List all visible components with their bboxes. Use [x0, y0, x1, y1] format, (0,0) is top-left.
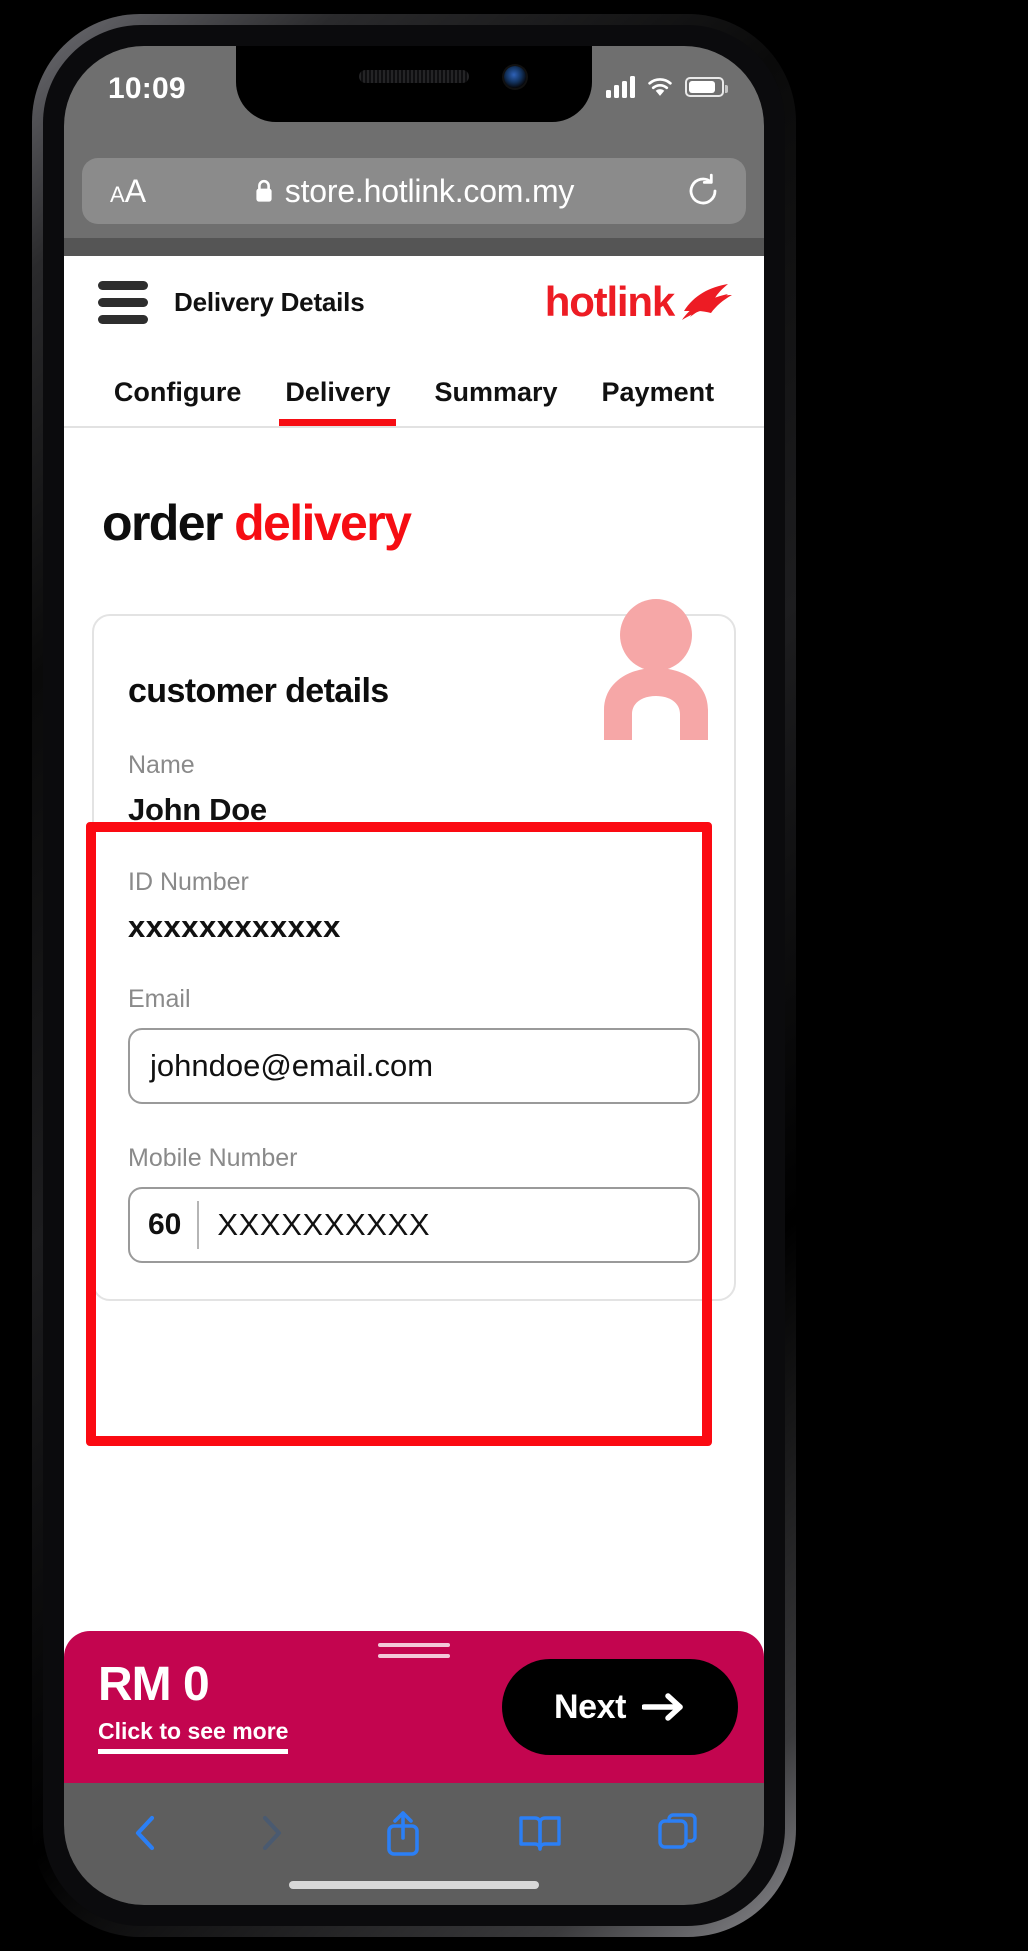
- field-mobile-number: Mobile Number 60 XXXXXXXXXX: [128, 1144, 700, 1263]
- safari-url-bar-container: AA store.hotlink.com.my: [64, 154, 764, 238]
- safari-url-bar[interactable]: AA store.hotlink.com.my: [82, 158, 746, 224]
- country-code-prefix: 60: [148, 1208, 182, 1241]
- cellular-signal-icon: [606, 76, 635, 98]
- battery-icon: [685, 77, 728, 97]
- field-id-number: ID Number xxxxxxxxxxxx: [128, 868, 700, 945]
- customer-details-card: customer details Name John Doe ID Number…: [92, 599, 736, 1301]
- arrow-right-icon: [642, 1693, 683, 1721]
- book-icon[interactable]: [517, 1810, 563, 1856]
- person-avatar-icon: [604, 599, 708, 740]
- safari-bottom-toolbar: [64, 1783, 764, 1905]
- price-block: RM 0 Click to see more: [98, 1657, 289, 1755]
- phone-device-frame: 10:09 AA store.hotlink.com.my Delivery D…: [32, 14, 796, 1937]
- hamburger-menu-icon[interactable]: [98, 280, 148, 324]
- customer-card-area: customer details Name John Doe ID Number…: [92, 599, 736, 1301]
- total-price-amount: RM 0: [98, 1657, 210, 1711]
- field-name-value: John Doe: [128, 792, 267, 827]
- tab-payment-label: Payment: [601, 377, 715, 407]
- mobile-number-value: XXXXXXXXXX: [217, 1207, 431, 1242]
- hotlink-swoosh-icon: [682, 284, 732, 320]
- earpiece-speaker: [359, 70, 469, 83]
- chevron-left-icon[interactable]: [128, 1810, 162, 1856]
- email-input-value: johndoe@email.com: [150, 1048, 434, 1083]
- tab-configure[interactable]: Configure: [92, 377, 264, 426]
- page-title: Delivery Details: [174, 286, 365, 317]
- wifi-icon: [648, 78, 672, 96]
- next-button[interactable]: Next: [502, 1659, 738, 1755]
- sticky-price-bar[interactable]: RM 0 Click to see more Next: [64, 1631, 764, 1783]
- heading-part-order: order: [102, 495, 223, 551]
- section-heading: order delivery: [64, 428, 764, 552]
- tab-payment[interactable]: Payment: [580, 377, 737, 426]
- tabs-icon[interactable]: [656, 1810, 700, 1856]
- browser-chrome-gap: [64, 238, 764, 256]
- mobile-number-input[interactable]: 60 XXXXXXXXXX: [128, 1187, 700, 1263]
- drag-handle-icon[interactable]: [378, 1643, 450, 1665]
- url-display[interactable]: store.hotlink.com.my: [82, 173, 746, 210]
- field-email: Email johndoe@email.com: [128, 985, 700, 1104]
- see-more-link[interactable]: Click to see more: [98, 1718, 289, 1755]
- status-bar-indicators: [606, 76, 728, 98]
- field-mobile-number-label: Mobile Number: [128, 1144, 298, 1172]
- tab-delivery[interactable]: Delivery: [263, 377, 412, 426]
- phone-bezel: 10:09 AA store.hotlink.com.my Delivery D…: [43, 25, 785, 1926]
- site-header: Delivery Details hotlink: [64, 256, 764, 348]
- next-button-label: Next: [553, 1687, 627, 1726]
- tab-summary[interactable]: Summary: [412, 377, 579, 426]
- email-input[interactable]: johndoe@email.com: [128, 1028, 700, 1104]
- lock-icon: [256, 179, 272, 202]
- phone-screen: 10:09 AA store.hotlink.com.my Delivery D…: [64, 46, 764, 1905]
- reload-icon[interactable]: [686, 172, 720, 210]
- hotlink-logo[interactable]: hotlink: [545, 278, 736, 326]
- card-title: customer details: [128, 672, 389, 710]
- share-icon[interactable]: [382, 1808, 424, 1858]
- tab-summary-label: Summary: [434, 377, 558, 407]
- heading-part-delivery: delivery: [234, 495, 412, 551]
- front-camera-icon: [504, 66, 526, 88]
- field-name: Name John Doe: [128, 751, 700, 828]
- tab-delivery-label: Delivery: [285, 377, 391, 407]
- brand-name: hotlink: [544, 278, 675, 325]
- url-text: store.hotlink.com.my: [284, 172, 575, 209]
- status-bar-clock: 10:09: [108, 72, 186, 105]
- tab-configure-label: Configure: [113, 377, 242, 407]
- field-name-label: Name: [128, 751, 195, 779]
- chevron-right-icon: [263, 1815, 282, 1851]
- field-email-label: Email: [128, 985, 191, 1013]
- home-indicator[interactable]: [289, 1881, 539, 1889]
- web-page-viewport: Delivery Details hotlink Configure Deliv…: [64, 256, 764, 1683]
- ios-status-bar: 10:09: [64, 46, 764, 154]
- device-notch: [236, 46, 592, 122]
- field-id-number-value: xxxxxxxxxxxx: [128, 909, 341, 944]
- field-id-number-label: ID Number: [128, 868, 249, 896]
- step-tabs: Configure Delivery Summary Payment: [64, 348, 764, 428]
